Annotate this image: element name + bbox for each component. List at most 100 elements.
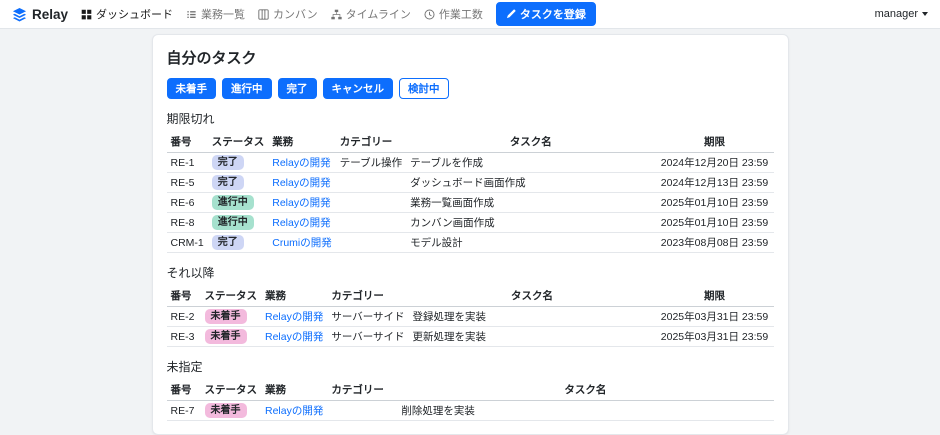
col-header-status: ステータス bbox=[201, 379, 262, 401]
task-deadline: 2025年03月31日 23:59 bbox=[656, 307, 774, 327]
task-business-cell: Relayの開発 bbox=[268, 173, 336, 193]
user-menu[interactable]: manager bbox=[875, 8, 928, 20]
task-category: サーバーサイド bbox=[327, 307, 408, 327]
filter-not-started[interactable]: 未着手 bbox=[167, 78, 217, 99]
status-badge: 完了 bbox=[212, 175, 244, 190]
task-deadline: 2025年01月10日 23:59 bbox=[656, 213, 774, 233]
nav-item-timeline[interactable]: タイムライン bbox=[331, 6, 411, 22]
task-name: モデル設計 bbox=[406, 233, 655, 253]
nav-item-label: カンバン bbox=[273, 6, 318, 22]
business-link[interactable]: Relayの開発 bbox=[272, 197, 330, 209]
task-deadline: 2025年01月10日 23:59 bbox=[656, 193, 774, 213]
page-title: 自分のタスク bbox=[167, 47, 774, 68]
col-header-business: 業務 bbox=[261, 285, 327, 307]
task-business-cell: Relayの開発 bbox=[261, 307, 327, 327]
status-badge: 進行中 bbox=[212, 215, 254, 230]
col-header-category: カテゴリー bbox=[336, 131, 406, 153]
navbar: Relay ダッシュボード 業務一覧 カンバン タイムライン 作業工数 タスクを… bbox=[0, 0, 940, 29]
status-badge: 未着手 bbox=[205, 309, 247, 324]
filter-in-progress[interactable]: 進行中 bbox=[222, 78, 272, 99]
dashboard-icon bbox=[81, 9, 92, 20]
section-unspecified: 未指定 番号 ステータス 業務 カテゴリー タスク名 RE-7 未着手 Rela… bbox=[167, 358, 774, 421]
col-header-number: 番号 bbox=[167, 379, 201, 401]
task-category bbox=[327, 401, 397, 421]
task-number: RE-7 bbox=[167, 401, 201, 421]
nav-item-label: 作業工数 bbox=[439, 6, 483, 22]
filter-done[interactable]: 完了 bbox=[278, 78, 317, 99]
business-link[interactable]: Relayの開発 bbox=[272, 217, 330, 229]
my-tasks-card: 自分のタスク 未着手 進行中 完了 キャンセル 検討中 期限切れ 番号 ステータ… bbox=[152, 34, 789, 435]
filter-cancelled[interactable]: キャンセル bbox=[323, 78, 394, 99]
business-link[interactable]: Relayの開発 bbox=[265, 311, 323, 323]
col-header-status: ステータス bbox=[208, 131, 269, 153]
pencil-icon bbox=[506, 9, 516, 19]
status-filters: 未着手 進行中 完了 キャンセル 検討中 bbox=[167, 78, 774, 99]
task-category bbox=[336, 173, 406, 193]
task-category bbox=[336, 233, 406, 253]
business-link[interactable]: Crumiの開発 bbox=[272, 237, 332, 249]
relay-logo-icon bbox=[12, 7, 27, 22]
task-row: RE-1 完了 Relayの開発 テーブル操作 テーブルを作成 2024年12月… bbox=[167, 153, 774, 173]
col-header-category: カテゴリー bbox=[327, 285, 408, 307]
col-header-deadline: 期限 bbox=[656, 131, 774, 153]
nav-item-label: 業務一覧 bbox=[201, 6, 245, 22]
task-number: RE-1 bbox=[167, 153, 208, 173]
section-overdue: 期限切れ 番号 ステータス 業務 カテゴリー タスク名 期限 RE-1 完了 R… bbox=[167, 110, 774, 253]
task-deadline: 2024年12月13日 23:59 bbox=[656, 173, 774, 193]
task-row: RE-5 完了 Relayの開発 ダッシュボード画面作成 2024年12月13日… bbox=[167, 173, 774, 193]
task-number: RE-8 bbox=[167, 213, 208, 233]
nav-item-dashboard[interactable]: ダッシュボード bbox=[81, 6, 173, 22]
task-business-cell: Relayの開発 bbox=[268, 153, 336, 173]
brand-label: Relay bbox=[32, 7, 68, 22]
business-link[interactable]: Relayの開発 bbox=[265, 331, 323, 343]
task-deadline: 2025年03月31日 23:59 bbox=[656, 327, 774, 347]
status-badge: 進行中 bbox=[212, 195, 254, 210]
caret-down-icon bbox=[922, 12, 928, 16]
task-category: テーブル操作 bbox=[336, 153, 406, 173]
business-link[interactable]: Relayの開発 bbox=[272, 157, 330, 169]
task-number: RE-3 bbox=[167, 327, 201, 347]
filter-considering[interactable]: 検討中 bbox=[399, 78, 449, 99]
business-link[interactable]: Relayの開発 bbox=[265, 405, 323, 417]
table-header-row: 番号 ステータス 業務 カテゴリー タスク名 期限 bbox=[167, 131, 774, 153]
task-category bbox=[336, 213, 406, 233]
task-name: 削除処理を実装 bbox=[397, 401, 773, 421]
task-status-cell: 未着手 bbox=[201, 327, 262, 347]
task-status-cell: 未着手 bbox=[201, 401, 262, 421]
task-status-cell: 進行中 bbox=[208, 193, 269, 213]
task-status-cell: 完了 bbox=[208, 153, 269, 173]
task-row: RE-7 未着手 Relayの開発 削除処理を実装 bbox=[167, 401, 774, 421]
task-business-cell: Relayの開発 bbox=[268, 193, 336, 213]
task-business-cell: Relayの開発 bbox=[261, 401, 327, 421]
table-header-row: 番号 ステータス 業務 カテゴリー タスク名 bbox=[167, 379, 774, 401]
task-row: RE-6 進行中 Relayの開発 業務一覧画面作成 2025年01月10日 2… bbox=[167, 193, 774, 213]
task-row: CRM-1 完了 Crumiの開発 モデル設計 2023年08月08日 23:5… bbox=[167, 233, 774, 253]
task-deadline: 2024年12月20日 23:59 bbox=[656, 153, 774, 173]
col-header-task: タスク名 bbox=[397, 379, 773, 401]
task-number: CRM-1 bbox=[167, 233, 208, 253]
register-task-label: タスクを登録 bbox=[520, 6, 586, 22]
nav-item-business-list[interactable]: 業務一覧 bbox=[186, 6, 245, 22]
task-name: テーブルを作成 bbox=[406, 153, 655, 173]
task-number: RE-6 bbox=[167, 193, 208, 213]
col-header-number: 番号 bbox=[167, 131, 208, 153]
register-task-button[interactable]: タスクを登録 bbox=[496, 2, 596, 26]
task-number: RE-5 bbox=[167, 173, 208, 193]
business-link[interactable]: Relayの開発 bbox=[272, 177, 330, 189]
task-row: RE-3 未着手 Relayの開発 サーバーサイド 更新処理を実装 2025年0… bbox=[167, 327, 774, 347]
task-status-cell: 完了 bbox=[208, 233, 269, 253]
brand[interactable]: Relay bbox=[12, 7, 68, 22]
nav-item-work-hours[interactable]: 作業工数 bbox=[424, 6, 483, 22]
nav-item-label: タイムライン bbox=[346, 6, 411, 22]
user-menu-label: manager bbox=[875, 8, 918, 20]
clock-icon bbox=[424, 9, 435, 20]
task-category: サーバーサイド bbox=[327, 327, 408, 347]
nav-item-kanban[interactable]: カンバン bbox=[258, 6, 318, 22]
task-name: カンバン画面作成 bbox=[406, 213, 655, 233]
col-header-status: ステータス bbox=[201, 285, 262, 307]
task-business-cell: Crumiの開発 bbox=[268, 233, 336, 253]
status-badge: 完了 bbox=[212, 235, 244, 250]
task-status-cell: 未着手 bbox=[201, 307, 262, 327]
col-header-number: 番号 bbox=[167, 285, 201, 307]
task-name: 更新処理を実装 bbox=[409, 327, 656, 347]
